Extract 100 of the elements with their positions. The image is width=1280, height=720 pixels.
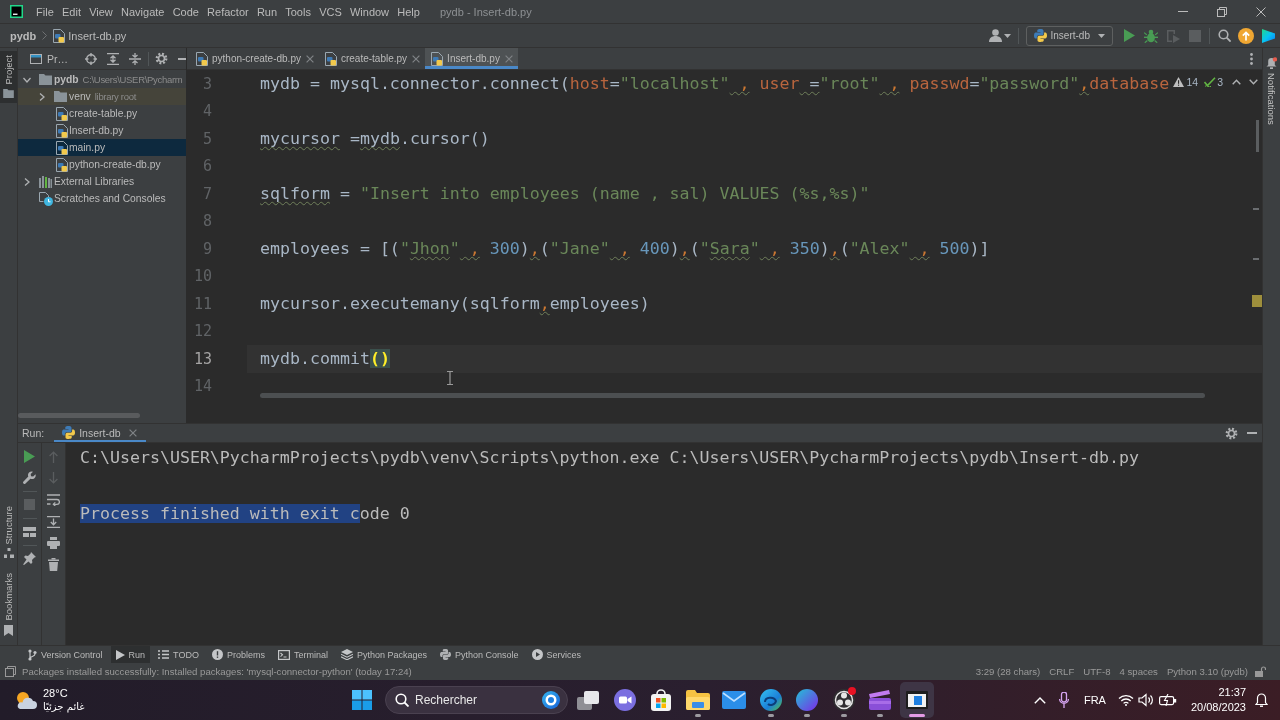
tree-item[interactable]: venv library root <box>18 88 186 105</box>
run-configuration-dropdown[interactable]: Insert-db <box>1025 25 1113 46</box>
menu-item[interactable]: Run <box>252 5 282 18</box>
warning-count[interactable]: 14 <box>1186 76 1199 88</box>
window-icon[interactable] <box>30 53 42 64</box>
menu-item[interactable]: Edit <box>57 5 86 18</box>
chevron-icon[interactable] <box>23 75 31 84</box>
status-item[interactable]: 3:29 (28 chars) <box>975 666 1041 677</box>
stripe-marker[interactable] <box>1253 208 1259 210</box>
expand-all-icon[interactable] <box>107 52 119 65</box>
minimize-icon[interactable] <box>1177 11 1188 12</box>
tool-window-button[interactable]: Problems <box>206 646 270 663</box>
menu-item[interactable]: Tools <box>281 5 316 18</box>
status-item[interactable]: CRLF <box>1049 666 1075 677</box>
scrollbar-thumb[interactable] <box>18 413 140 418</box>
check-icon[interactable] <box>1204 77 1217 87</box>
status-item[interactable]: Python 3.10 (pydb) <box>1166 666 1248 677</box>
status-item[interactable]: UTF-8 <box>1083 666 1111 677</box>
tool-window-button[interactable]: Structure <box>0 501 17 564</box>
mic-icon[interactable] <box>1058 692 1069 708</box>
language-indicator[interactable]: FRA <box>1083 694 1106 706</box>
search-field[interactable]: Rechercher <box>385 686 568 714</box>
panel-title[interactable]: Pr… <box>47 52 68 65</box>
tool-window-button[interactable]: Run <box>110 646 151 663</box>
close-icon[interactable] <box>305 54 314 63</box>
caret-icon[interactable] <box>1003 33 1011 38</box>
run-icon[interactable] <box>1124 29 1135 42</box>
clock-date[interactable]: 20/08/2023 <box>1190 700 1246 715</box>
start-icon[interactable] <box>352 690 372 710</box>
chevron-icon[interactable] <box>23 177 31 186</box>
restore-icon[interactable] <box>1216 6 1227 17</box>
minus-icon[interactable] <box>178 57 186 60</box>
settings-icon[interactable] <box>155 52 168 65</box>
tool-window-button[interactable]: Notifications <box>1263 54 1280 128</box>
soft-wrap-icon[interactable] <box>47 494 60 506</box>
printer-icon[interactable] <box>47 537 60 550</box>
tool-window-button[interactable]: Project <box>0 51 17 103</box>
crosshair-icon[interactable] <box>85 52 97 65</box>
tool-window-button[interactable]: Python Packages <box>335 646 432 663</box>
chevron-down-icon[interactable] <box>1249 79 1258 85</box>
tree-item[interactable]: Scratches and Consoles <box>18 190 186 207</box>
breadcrumb-item[interactable]: pydb <box>10 29 37 42</box>
round-logo-icon[interactable] <box>542 691 560 709</box>
pin-icon[interactable] <box>23 552 36 565</box>
warning-marker[interactable] <box>1252 295 1262 307</box>
weather-temperature[interactable]: 28°C <box>43 686 85 700</box>
weak-warning-count[interactable]: 3 <box>1217 76 1223 88</box>
app-logo-icon[interactable] <box>10 5 23 18</box>
editor-tab[interactable]: create-table.py <box>318 48 426 69</box>
menu-item[interactable]: Refactor <box>203 5 253 18</box>
menu-item[interactable]: File <box>32 5 58 18</box>
wrench-icon[interactable] <box>23 471 36 484</box>
warning-icon[interactable] <box>1173 77 1185 87</box>
menu-item[interactable]: Help <box>393 5 424 18</box>
close-icon[interactable] <box>1255 6 1266 17</box>
stripe-marker[interactable] <box>1253 258 1259 260</box>
tree-item[interactable]: create-table.py <box>18 105 186 122</box>
status-item[interactable]: 4 spaces <box>1119 666 1158 677</box>
weather-condition[interactable]: غائم جزئيًا <box>43 700 85 714</box>
layout-icon[interactable] <box>23 526 36 537</box>
tree-item[interactable]: Insert-db.py <box>18 122 186 139</box>
menu-item[interactable]: Navigate <box>116 5 169 18</box>
editor-tab[interactable]: python-create-db.py <box>190 48 319 69</box>
menu-item[interactable]: Window <box>345 5 394 18</box>
collapse-all-icon[interactable] <box>129 52 141 65</box>
tree-item[interactable]: pydb C:\Users\USER\Pycharm <box>18 71 186 88</box>
bell-icon[interactable] <box>1255 692 1268 708</box>
bug-icon[interactable] <box>1144 28 1158 43</box>
squares-icon[interactable] <box>5 666 16 677</box>
run-tab[interactable]: Insert-db <box>54 424 146 442</box>
scroll-to-end-icon[interactable] <box>47 515 60 528</box>
scrollbar-thumb[interactable] <box>260 393 1205 398</box>
editor-tab[interactable]: Insert-db.py <box>425 48 518 69</box>
tool-window-button[interactable]: Services <box>526 646 587 663</box>
volume-icon[interactable] <box>1137 693 1154 707</box>
tree-item[interactable]: External Libraries <box>18 173 186 190</box>
more-icon[interactable] <box>1250 52 1253 65</box>
tree-item[interactable]: main.py <box>18 139 186 156</box>
breadcrumb-item[interactable]: Insert-db.py <box>68 29 127 42</box>
tool-window-button[interactable]: Terminal <box>272 646 333 663</box>
chevron-up-icon[interactable] <box>1232 79 1241 85</box>
battery-icon[interactable] <box>1158 694 1177 706</box>
lock-icon[interactable] <box>1255 666 1266 677</box>
menu-item[interactable]: View <box>85 5 117 18</box>
chevron-icon[interactable] <box>38 92 46 101</box>
close-icon[interactable] <box>412 54 421 63</box>
clock-time[interactable]: 21:37 <box>1218 685 1246 700</box>
menu-item[interactable]: Code <box>168 5 203 18</box>
scrollbar-thumb[interactable] <box>1256 120 1259 152</box>
tool-window-button[interactable]: Version Control <box>23 646 108 663</box>
close-icon[interactable] <box>128 428 137 437</box>
tool-window-button[interactable]: TODO <box>153 646 204 663</box>
settings-icon[interactable] <box>1225 426 1238 440</box>
weather-icon[interactable] <box>14 690 38 710</box>
status-message[interactable]: Packages installed successfully: Installed packages: 'mysql-connector-python' (today 17:24) <box>22 666 412 677</box>
tool-window-button[interactable]: Bookmarks <box>0 569 17 641</box>
user-icon[interactable] <box>988 29 1002 42</box>
tool-window-button[interactable]: Python Console <box>435 646 524 663</box>
taskbar-button[interactable] <box>899 682 934 718</box>
wifi-icon[interactable] <box>1117 694 1134 706</box>
